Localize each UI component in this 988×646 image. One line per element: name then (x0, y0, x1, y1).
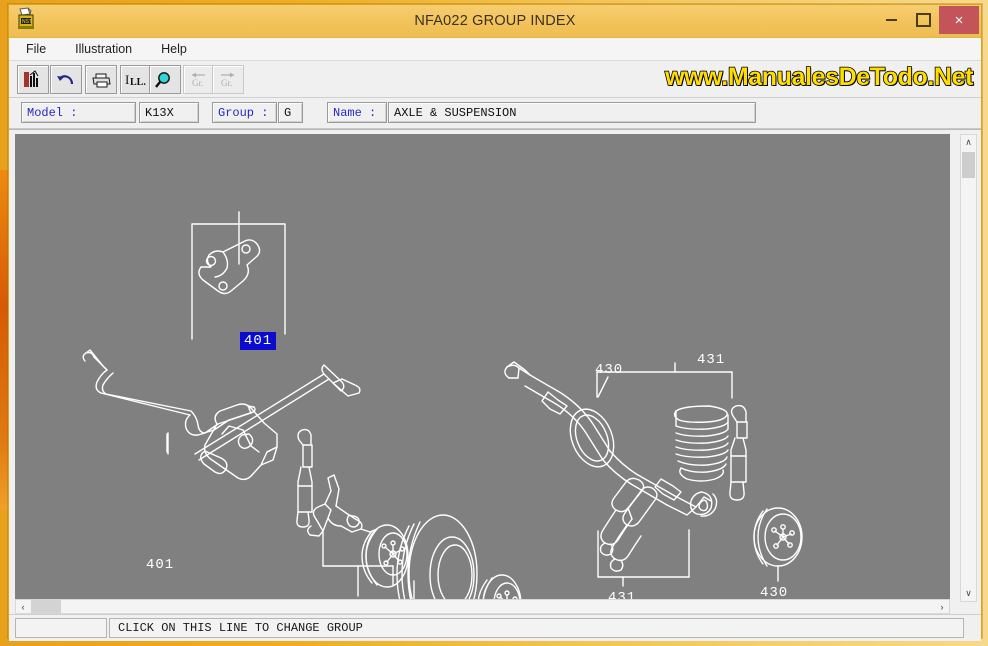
previous-group-button[interactable]: Gr. (183, 65, 215, 94)
status-bar: CLICK ON THIS LINE TO CHANGE GROUP (9, 614, 981, 641)
gr-right-arrow-icon: Gr. (218, 71, 238, 89)
status-left-panel (15, 618, 107, 638)
model-label: Model : (21, 102, 136, 123)
diagram-label-401-selected[interactable]: 401 (240, 332, 276, 350)
toolbar: I LL. Gr. (9, 61, 981, 98)
vertical-scrollbar-thumb[interactable] (962, 152, 975, 178)
field-row: Model : K13X Group : G Name : AXLE & SUS… (9, 98, 981, 129)
scroll-down-arrow-icon[interactable]: ∨ (961, 586, 976, 601)
illustration-canvas[interactable]: 401 401 400 430 431 431 430 430 430 (15, 134, 950, 602)
status-message[interactable]: CLICK ON THIS LINE TO CHANGE GROUP (109, 618, 964, 638)
name-value[interactable]: AXLE & SUSPENSION (388, 102, 756, 123)
close-button[interactable]: × (939, 6, 979, 34)
model-value[interactable]: K13X (139, 102, 199, 123)
printer-icon (91, 71, 112, 89)
group-label: Group : (212, 102, 277, 123)
menu-item-help[interactable]: Help (158, 41, 190, 57)
print-button[interactable] (85, 65, 117, 94)
parts-list-button[interactable] (17, 65, 49, 94)
window-title: NFA022 GROUP INDEX (9, 5, 981, 37)
gr-left-arrow-icon: Gr. (189, 71, 209, 89)
menu-item-file[interactable]: File (23, 41, 49, 57)
suspension-diagram (15, 134, 950, 602)
group-value[interactable]: G (278, 102, 303, 123)
illustration-button[interactable]: I LL. (120, 65, 152, 94)
menu-item-illustration[interactable]: Illustration (72, 41, 135, 57)
application-window: NST NFA022 GROUP INDEX × File Illustrati… (8, 4, 982, 638)
svg-text:LL.: LL. (130, 77, 146, 88)
maximize-icon (916, 13, 931, 27)
ill-text-icon: I LL. (124, 71, 148, 89)
parts-list-icon (23, 70, 43, 89)
close-icon: × (955, 12, 964, 29)
magnifier-icon (155, 71, 175, 89)
horizontal-scrollbar[interactable]: ‹ › (15, 599, 950, 614)
next-group-button[interactable]: Gr. (212, 65, 244, 94)
diagram-label-431-spring[interactable]: 431 (697, 352, 725, 368)
svg-text:I: I (125, 72, 129, 87)
diagram-label-401-stabilizer[interactable]: 401 (146, 557, 174, 573)
illustration-area: 401 401 400 430 431 431 430 430 430 ∧ ∨ … (9, 129, 981, 614)
scroll-left-arrow-icon[interactable]: ‹ (16, 600, 30, 613)
diagram-label-430-axle[interactable]: 430 (595, 362, 623, 378)
zoom-button[interactable] (149, 65, 181, 94)
scroll-up-arrow-icon[interactable]: ∧ (961, 135, 976, 150)
scroll-right-arrow-icon[interactable]: › (935, 600, 949, 613)
undo-button[interactable] (50, 65, 82, 94)
minimize-button[interactable] (875, 6, 907, 34)
menu-bar: File Illustration Help (9, 38, 981, 61)
svg-text:Gr.: Gr. (192, 78, 203, 88)
horizontal-scrollbar-thumb[interactable] (31, 600, 61, 613)
minimize-icon (886, 19, 897, 21)
watermark-text: www.ManualesDeTodo.Net (665, 63, 973, 92)
undo-arrow-icon (56, 71, 76, 89)
name-label: Name : (327, 102, 387, 123)
maximize-button[interactable] (907, 6, 939, 34)
svg-text:Gr.: Gr. (221, 78, 232, 88)
vertical-scrollbar[interactable]: ∧ ∨ (960, 134, 977, 602)
title-bar: NST NFA022 GROUP INDEX × (9, 5, 981, 38)
